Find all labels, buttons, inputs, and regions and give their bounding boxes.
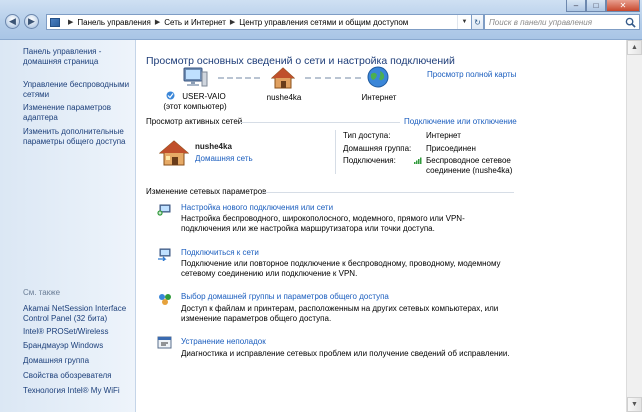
address-dropdown-icon[interactable]: ▼ <box>457 15 471 29</box>
breadcrumb-chevron-icon: ▶ <box>68 19 74 26</box>
globe-icon <box>367 66 389 88</box>
active-network-name: nushe4ka <box>195 142 232 151</box>
homegroup-label: Домашняя группа: <box>343 144 412 153</box>
see-also-homegroup[interactable]: Домашняя группа <box>23 356 135 366</box>
control-panel-icon <box>50 17 60 27</box>
see-also-proset[interactable]: Intel® PROSet/Wireless <box>23 327 135 337</box>
section-divider <box>240 122 400 123</box>
sidebar-item-sharing[interactable]: Изменить дополнительные параметры общего… <box>23 127 133 147</box>
sidebar-item-wireless[interactable]: Управление беспроводными сетями <box>23 80 133 100</box>
scroll-down-icon[interactable]: ▼ <box>627 397 642 412</box>
title-bar: – □ ✕ ◀ ▶ ▶ Панель управления ▶ Сеть и И… <box>0 0 642 40</box>
computer-node: USER-VAIO <box>168 92 228 101</box>
task-homegroup-desc: Доступ к файлам и принтерам, расположенн… <box>181 304 499 323</box>
see-also-mywifi[interactable]: Технология Intel® My WiFi <box>23 386 135 396</box>
homegroup-icon <box>159 294 171 305</box>
back-button[interactable]: ◀ <box>5 14 20 29</box>
task-new-connection-desc: Настройка беспроводного, широкополосного… <box>181 214 465 233</box>
scroll-up-icon[interactable]: ▲ <box>627 40 642 55</box>
minimize-button[interactable]: – <box>566 0 586 12</box>
internet-node-name: Интернет <box>361 93 397 102</box>
search-icon[interactable] <box>625 17 636 28</box>
breadcrumb-chevron-icon: ▶ <box>154 19 161 26</box>
breadcrumb-control-panel[interactable]: Панель управления <box>77 18 151 27</box>
address-bar[interactable]: ▶ Панель управления ▶ Сеть и Интернет ▶ … <box>46 14 472 30</box>
connection-link-line1[interactable]: Беспроводное сетевое <box>426 156 511 165</box>
network-node-name: nushe4ka <box>266 93 302 102</box>
network-type-link[interactable]: Домашняя сеть <box>195 154 253 163</box>
connect-disconnect-link[interactable]: Подключение или отключение <box>404 117 517 126</box>
access-type-label: Тип доступа: <box>343 131 391 140</box>
task-troubleshoot-desc: Диагностика и исправление сетевых пробле… <box>181 349 510 358</box>
search-placeholder: Поиск в панели управления <box>489 17 593 27</box>
section-divider <box>335 130 336 174</box>
maximize-button[interactable]: □ <box>586 0 606 12</box>
see-also-firewall[interactable]: Брандмауэр Windows <box>23 341 135 351</box>
computer-icon <box>183 67 208 87</box>
window-controls: – □ ✕ <box>566 0 640 12</box>
refresh-icon[interactable]: ↻ <box>472 14 484 30</box>
home-network-icon <box>159 140 189 166</box>
see-also-title: См. также <box>23 288 61 297</box>
task-troubleshoot[interactable]: Устранение неполадок <box>181 337 266 346</box>
home-network-icon <box>271 67 295 89</box>
forward-button[interactable]: ▶ <box>24 14 39 29</box>
breadcrumb-network-center[interactable]: Центр управления сетями и общим доступом <box>239 18 408 27</box>
connections-label: Подключения: <box>343 156 396 165</box>
back-arrow-icon: ◀ <box>9 16 16 26</box>
sidebar-item-home[interactable]: Панель управления - домашняя страница <box>23 47 133 67</box>
connection-link-line2[interactable]: соединение (nushe4ka) <box>426 166 512 175</box>
shield-network-icon <box>166 91 175 100</box>
map-connector-line <box>305 77 361 79</box>
new-connection-icon <box>157 204 171 216</box>
search-input[interactable]: Поиск в панели управления <box>484 14 640 30</box>
section-divider <box>262 192 514 193</box>
task-connect-network[interactable]: Подключиться к сети <box>181 248 259 257</box>
map-connector-line <box>218 77 260 79</box>
close-button[interactable]: ✕ <box>606 0 640 12</box>
breadcrumb-chevron-icon: ▶ <box>229 19 236 26</box>
sidebar: Панель управления - домашняя страница Уп… <box>0 40 136 412</box>
wifi-signal-icon <box>414 157 422 164</box>
change-settings-title: Изменение сетевых параметров <box>146 187 267 196</box>
forward-arrow-icon: ▶ <box>28 16 35 26</box>
task-connect-network-desc: Подключение или повторное подключение к … <box>181 259 501 278</box>
see-also-akamai[interactable]: Akamai NetSession Interface Control Pane… <box>23 304 135 324</box>
computer-name: USER-VAIO <box>182 92 226 101</box>
troubleshoot-icon <box>157 336 172 349</box>
sidebar-item-adapter[interactable]: Изменение параметров адаптера <box>23 103 133 123</box>
computer-sub: (этот компьютер) <box>163 102 227 111</box>
vertical-scrollbar[interactable]: ▲ ▼ <box>626 40 642 412</box>
see-also-internet-options[interactable]: Свойства обозревателя <box>23 371 135 381</box>
full-map-link[interactable]: Просмотр полной карты <box>427 70 516 79</box>
homegroup-link[interactable]: Присоединен <box>426 144 476 153</box>
breadcrumb-network-internet[interactable]: Сеть и Интернет <box>164 18 226 27</box>
access-type-value: Интернет <box>426 131 461 140</box>
task-homegroup[interactable]: Выбор домашней группы и параметров общег… <box>181 292 389 301</box>
active-networks-title: Просмотр активных сетей <box>146 117 243 126</box>
task-new-connection[interactable]: Настройка нового подключения или сети <box>181 203 333 212</box>
connect-network-icon <box>158 248 171 261</box>
